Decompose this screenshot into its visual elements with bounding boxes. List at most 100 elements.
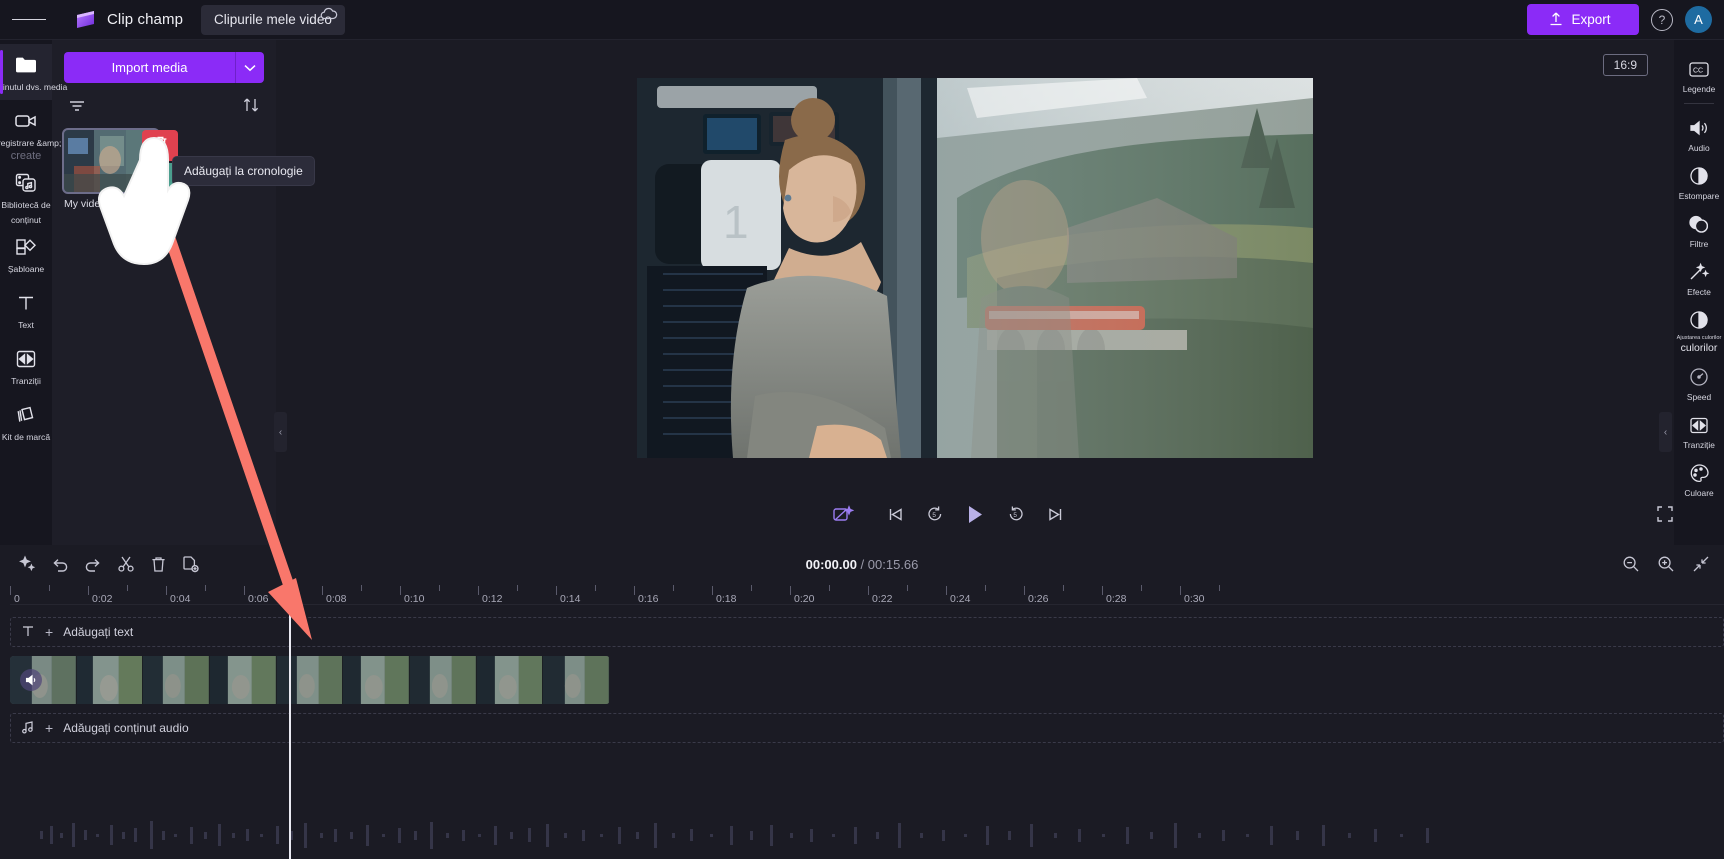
ruler-tick-label: 0:24: [950, 593, 971, 605]
sidebar-item-record-create[interactable]: Înregistrare &amp; create: [0, 100, 61, 162]
ruler-tick: 0:10: [400, 583, 424, 604]
timeline-zoom-controls: [1622, 555, 1710, 573]
property-item-effects[interactable]: Efecte: [1674, 253, 1724, 301]
sparkle-icon[interactable]: [18, 555, 36, 573]
export-button[interactable]: Export: [1527, 4, 1639, 35]
property-item-filters[interactable]: Filtre: [1674, 205, 1724, 253]
ruler-tick-label: 0:28: [1106, 593, 1127, 605]
player-controls-bar: 5 5: [276, 483, 1674, 545]
video-stage: 1: [276, 40, 1674, 483]
ruler-tick: 0:12: [478, 583, 502, 604]
undo-icon[interactable]: [51, 556, 69, 573]
sidebar-item-text-label: Text: [18, 319, 34, 330]
aspect-ratio-badge[interactable]: 16:9: [1602, 54, 1648, 76]
sidebar-item-brand-kit[interactable]: Kit de marcă: [0, 394, 52, 450]
video-preview[interactable]: 1: [637, 77, 1313, 458]
clip-thumbnail-frame: [76, 656, 144, 704]
speaker-icon[interactable]: [20, 669, 42, 691]
total-time: 00:15.66: [867, 556, 919, 572]
fullscreen-icon[interactable]: [1656, 505, 1674, 523]
property-item-speed-label: Speed: [1686, 392, 1712, 402]
add-to-timeline-tooltip: Adăugați la cronologie: [172, 156, 315, 186]
rewind-5-icon[interactable]: 5: [926, 505, 944, 523]
timeline-ruler[interactable]: 0 0:02 0:04 0:06 0:08 0:10 0:12 0:14 0:16 0:18 0:2…: [10, 583, 1724, 605]
sidebar-item-your-media[interactable]: Conținutul dvs. media: [0, 44, 67, 100]
ruler-tick-label: 0:20: [794, 593, 815, 605]
sidebar-item-text[interactable]: Text: [0, 282, 52, 338]
play-icon[interactable]: [966, 504, 985, 525]
speedometer-icon: [1689, 366, 1709, 388]
filter-icon[interactable]: [68, 98, 86, 117]
property-item-speed[interactable]: Speed: [1674, 358, 1724, 406]
track-add-audio[interactable]: + Adăugați conținut audio: [10, 713, 1724, 743]
svg-text:CC: CC: [1693, 67, 1703, 74]
svg-text:5: 5: [1013, 512, 1017, 519]
forward-5-icon[interactable]: 5: [1007, 505, 1025, 523]
ruler-tick-label: 0:08: [326, 593, 347, 605]
svg-text:1: 1: [723, 196, 749, 248]
property-item-fade[interactable]: Estompare: [1674, 157, 1724, 205]
import-media-button[interactable]: Import media: [64, 52, 235, 83]
clip-thumbnail-frame: [210, 656, 277, 704]
timeline-video-clip[interactable]: [10, 656, 610, 704]
zoom-in-icon[interactable]: [1657, 555, 1675, 573]
media-item-card[interactable]: My video.mp4 Adăugați la cronologie: [62, 128, 315, 210]
sidebar-item-transitions[interactable]: Tranziții: [0, 338, 52, 394]
ruler-tick: 0:04: [166, 583, 190, 604]
property-item-transition[interactable]: Tranziție: [1674, 406, 1724, 454]
skip-end-icon[interactable]: [1047, 506, 1064, 523]
chevron-down-icon[interactable]: [235, 52, 264, 83]
playhead[interactable]: [283, 581, 296, 859]
ruler-tick: 0:24: [946, 583, 970, 604]
sidebar-item-templates[interactable]: Șabloane: [0, 226, 52, 282]
add-audio-plus-icon: +: [45, 720, 54, 736]
ruler-tick: 0:18: [712, 583, 736, 604]
audio-waveform: [40, 821, 1429, 849]
collapse-left-panel-handle[interactable]: ‹: [274, 412, 287, 452]
closed-captions-icon: CC: [1688, 58, 1710, 80]
property-item-fade-label: Estompare: [1678, 191, 1720, 201]
ruler-tick-minor: [517, 583, 522, 604]
track-add-text-label: Adăugați text: [63, 625, 134, 639]
zoom-out-icon[interactable]: [1622, 555, 1640, 573]
brand: Clip champ: [74, 10, 183, 30]
ruler-tick-minor: [439, 583, 444, 604]
effects-wand-icon: [1688, 261, 1710, 283]
fit-to-screen-icon[interactable]: [1692, 555, 1710, 573]
music-note-icon: [21, 720, 35, 737]
sort-arrows-icon[interactable]: [242, 97, 260, 118]
clipchamp-logo-icon: [74, 10, 98, 30]
ruler-tick-label: 0:22: [872, 593, 893, 605]
timeline-tracks: + Adăugați text + Adăugați conținut audi…: [0, 605, 1724, 859]
right-rail: CC Legende Audio Estompare Filtre Efecte…: [1674, 40, 1724, 545]
ruler-tick-minor: [907, 583, 912, 604]
text-icon: [21, 624, 35, 641]
trash-icon[interactable]: [150, 555, 167, 573]
track-add-text[interactable]: + Adăugați text: [10, 617, 1724, 647]
upload-icon: [1549, 11, 1563, 29]
tab-my-videos[interactable]: Clipurile mele video: [201, 4, 345, 35]
help-circle-icon[interactable]: ?: [1651, 8, 1673, 31]
magic-autofix-icon[interactable]: [832, 504, 854, 524]
timeline-tools: [18, 555, 200, 573]
redo-icon[interactable]: [84, 556, 102, 573]
avatar[interactable]: A: [1685, 6, 1712, 33]
ruler-tick-label: 0:16: [638, 593, 659, 605]
time-separator: /: [856, 556, 868, 572]
clip-thumbnail-frame: [276, 656, 344, 704]
property-item-audio[interactable]: Audio: [1674, 109, 1724, 157]
collapse-right-panel-handle[interactable]: ‹: [1659, 412, 1672, 452]
property-item-color[interactable]: Culoare: [1674, 454, 1724, 502]
property-item-captions[interactable]: CC Legende: [1674, 50, 1724, 98]
duplicate-icon[interactable]: [182, 555, 200, 573]
media-item-name: My video.mp4: [64, 198, 130, 210]
svg-text:5: 5: [932, 512, 936, 519]
hamburger-icon[interactable]: [12, 3, 46, 37]
skip-start-icon[interactable]: [887, 506, 904, 523]
scissors-icon[interactable]: [117, 555, 135, 573]
ruler-tick-label: 0:14: [560, 593, 581, 605]
sidebar-item-content-library[interactable]: Bibliotecă de conținut: [0, 162, 52, 226]
property-item-color-adjust[interactable]: Ajustarea culorilor culorilor: [1674, 301, 1724, 358]
tab-my-videos-label: Clipurile mele video: [214, 12, 332, 27]
timeline: 00:00.00 / 00:15.66 0 0:02 0:04 0:06 0:0…: [0, 545, 1724, 859]
